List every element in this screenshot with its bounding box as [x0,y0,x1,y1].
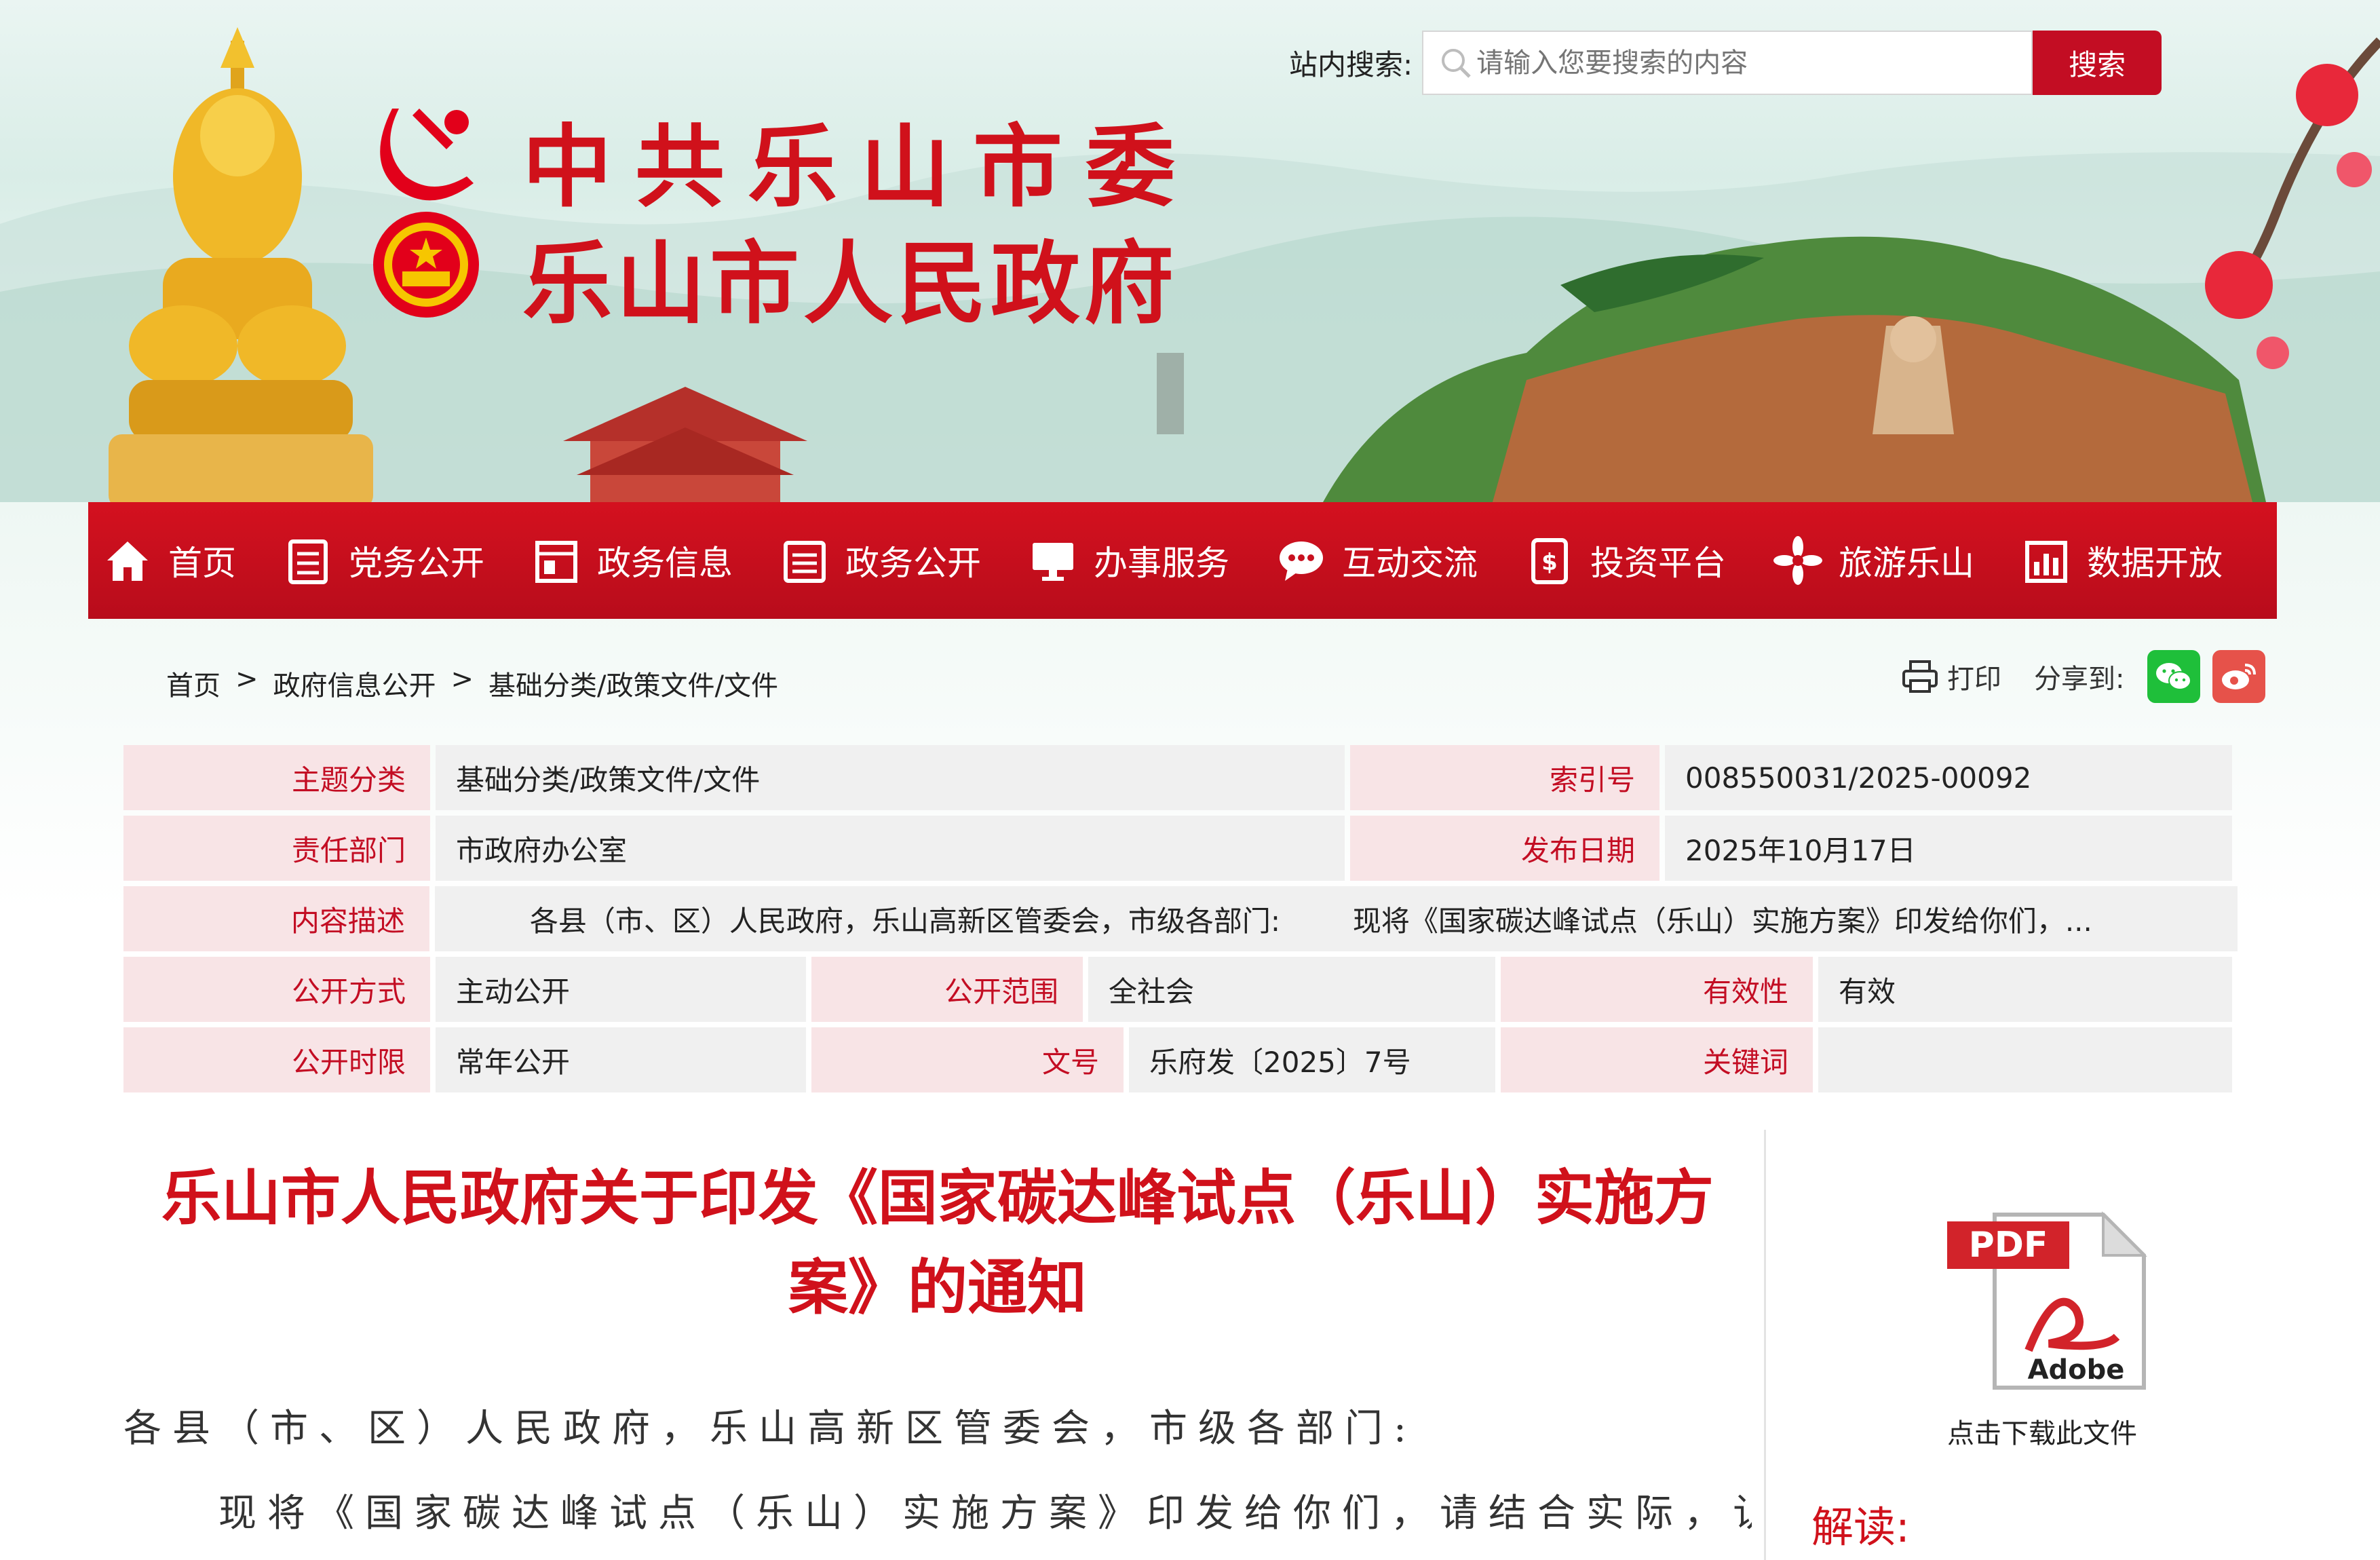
pdf-brand-text: Adobe [2028,1354,2125,1386]
printer-icon[interactable] [1900,656,1940,697]
document-metadata-table: 主题分类 基础分类/政策文件/文件 索引号 008550031/2025-000… [123,745,2243,1098]
site-title-line2: 乐山市人民政府 [522,231,1178,337]
meta-row: 公开时限 常年公开 文号 乐府发〔2025〕7号 关键词 [123,1027,2243,1092]
nav-item-label: 旅游乐山 [1839,544,1974,583]
breadcrumb: 首页 > 政府信息公开 > 基础分类/政策文件/文件 [166,664,793,703]
meta-value-scope: 全社会 [1088,957,1495,1022]
nav-item-gov-info[interactable]: 政务信息 [531,535,733,586]
meta-value-mode: 主动公开 [436,957,806,1022]
nav-item-services[interactable]: 办事服务 [1027,535,1229,586]
meta-label-index: 索引号 [1350,745,1659,810]
download-caption[interactable]: 点击下载此文件 [1947,1411,2137,1451]
breadcrumb-level1[interactable]: 政府信息公开 [273,664,436,703]
monitor-icon [1033,543,1073,581]
svg-text:$: $ [1541,549,1558,576]
meta-label-keyword: 关键词 [1501,1027,1813,1092]
national-emblem-icon [373,212,479,318]
weibo-icon [2222,664,2257,689]
meta-value-index: 008550031/2025-00092 [1665,745,2232,810]
home-icon [107,541,148,581]
meta-label-mode: 公开方式 [123,957,430,1022]
meta-value-desc: 各县（市、区）人民政府，乐山高新区管委会，市级各部门: 现将《国家碳达峰试点（乐… [434,886,2238,951]
breadcrumb-home[interactable]: 首页 [166,664,220,703]
share-label: 分享到: [2034,664,2125,695]
weibo-share-button[interactable] [2212,650,2266,703]
meta-label-dept: 责任部门 [123,816,430,881]
money-icon: $ [1531,538,1568,584]
meta-label-period: 公开时限 [123,1027,430,1092]
search-input[interactable] [1475,46,2005,79]
page-tools: 打印 分享到: [1900,650,2266,703]
pdf-badge-text: PDF [1969,1225,2048,1266]
search-label: 站内搜索: [1289,48,1413,81]
site-title-line1: 中共乐山市委 [522,115,1198,220]
breadcrumb-separator: > [450,664,474,695]
window-icon [535,541,577,583]
nav-item-investment[interactable]: $ 投资平台 [1524,535,1726,586]
search-button[interactable]: 搜索 [2033,31,2162,95]
nav-item-label: 政务公开 [845,544,981,583]
pdf-download-link[interactable]: PDF Adobe [1947,1208,2191,1394]
article-paragraph: 现将《国家碳达峰试点（乐山）实施方案》印发给你们，请结合实际，认 [218,1491,1752,1536]
meta-label-scope: 公开范围 [811,957,1083,1022]
meta-row: 内容描述 各县（市、区）人民政府，乐山高新区管委会，市级各部门: 现将《国家碳达… [123,886,2243,951]
interpretation-label: 解读: [1811,1502,1910,1552]
meta-label-date: 发布日期 [1350,816,1659,881]
nav-item-label: 办事服务 [1094,544,1229,583]
nav-item-label: 数据开放 [2087,544,2223,583]
column-divider [1764,1130,1766,1560]
chat-icon [1280,541,1323,581]
meta-label-validity: 有效性 [1501,957,1813,1022]
meta-label-topic: 主题分类 [123,745,430,810]
meta-label-docno: 文号 [811,1027,1124,1092]
site-search: 站内搜索: 搜索 [1289,31,2162,95]
nav-item-label: 投资平台 [1590,544,1726,583]
party-and-national-emblems [373,109,479,318]
breadcrumb-separator: > [235,664,258,695]
nav-item-tourism[interactable]: 旅游乐山 [1772,535,1974,586]
meta-value-dept: 市政府办公室 [436,816,1345,881]
nav-item-home[interactable]: 首页 [102,535,236,586]
party-emblem-icon [380,109,474,201]
meta-value-topic: 基础分类/政策文件/文件 [436,745,1345,810]
search-box [1422,31,2033,95]
nav-item-open-data[interactable]: 数据开放 [2020,535,2223,586]
breadcrumb-level2[interactable]: 基础分类/政策文件/文件 [488,664,778,703]
meta-label-desc: 内容描述 [123,886,429,951]
meta-value-date: 2025年10月17日 [1665,816,2232,881]
article-paragraph: 各县（市、区）人民政府，乐山高新区管委会，市级各部门: [123,1407,1417,1451]
meta-row: 公开方式 主动公开 公开范围 全社会 有效性 有效 [123,957,2243,1022]
pdf-file-icon: PDF Adobe [1947,1211,2147,1390]
meta-value-keyword [1818,1027,2232,1092]
header-banner: 中共乐山市委 乐山市人民政府 站内搜索: 搜索 [0,0,2380,502]
nav-item-interaction[interactable]: 互动交流 [1275,535,1478,586]
nav-item-label: 互动交流 [1342,544,1478,583]
meta-row: 主题分类 基础分类/政策文件/文件 索引号 008550031/2025-000… [123,745,2243,810]
wechat-share-button[interactable] [2147,650,2201,703]
nav-item-label: 首页 [168,544,236,583]
nav-item-party-affairs[interactable]: 党务公开 [282,535,484,586]
nav-item-gov-affairs[interactable]: 政务公开 [779,535,981,586]
meta-value-docno: 乐府发〔2025〕7号 [1129,1027,1495,1092]
document-icon [288,539,328,584]
nav-item-label: 政务信息 [597,544,733,583]
nav-item-label: 党务公开 [349,544,484,583]
main-nav: 首页 党务公开 政务信息 政务公开 办事服务 互动交流 $ 投资平台 旅游乐山 … [88,502,2277,619]
print-link[interactable]: 打印 [1947,657,2001,696]
search-icon [1442,48,1471,78]
wechat-icon [2156,663,2192,690]
meta-value-period: 常年公开 [436,1027,806,1092]
flower-icon [1773,536,1822,585]
bar-chart-icon [2025,541,2067,583]
meta-row: 责任部门 市政府办公室 发布日期 2025年10月17日 [123,816,2243,881]
list-icon [784,541,826,583]
meta-value-validity: 有效 [1818,957,2232,1022]
article-title: 乐山市人民政府关于印发《国家碳达峰试点（乐山）实施方案》的通知 [161,1163,1714,1323]
